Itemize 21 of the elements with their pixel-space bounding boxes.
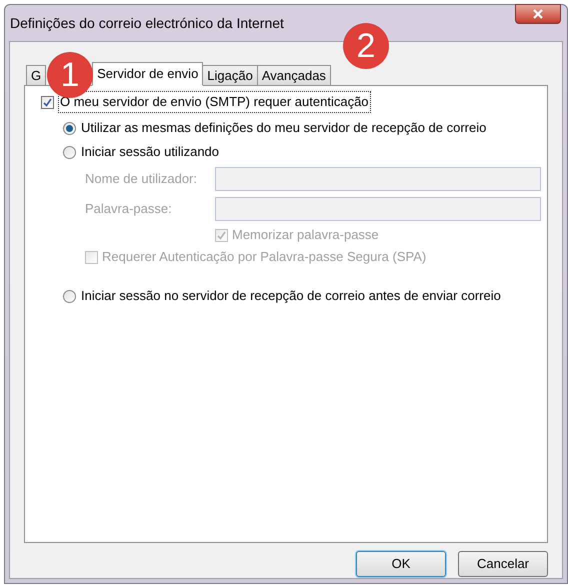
window-title: Definições do correio electrónico da Internet [10,14,284,33]
option-label: Iniciar sessão no servidor de recepção de correio antes de enviar correio [81,287,501,306]
checkbox[interactable] [41,96,54,108]
radio-button[interactable] [63,290,76,302]
option-label: Memorizar palavra-passe [232,226,379,244]
option-label: Requerer Autenticação por Palavra-passe Segura (SPA) [102,248,426,266]
radio-button[interactable] [63,146,76,158]
dialog-button[interactable]: OK [356,551,446,577]
option-label: Utilizar as mesmas definições do meu servidor de recepção de correio [81,119,486,138]
field-label: Palavra-passe: [85,200,173,218]
tab[interactable]: Servidor de envio [92,62,204,86]
field-label: Nome de utilizador: [85,170,198,188]
tab[interactable]: Avançadas [256,65,331,86]
radio-button[interactable] [63,122,76,134]
close-icon [533,9,543,19]
dialog-button[interactable]: Cancelar [458,551,548,577]
close-button[interactable] [515,4,561,24]
tab[interactable]: G [26,65,46,86]
option-label: Iniciar sessão utilizando [81,143,220,162]
step-marker: 2 [343,23,389,69]
tab[interactable]: Ligação [202,65,258,86]
